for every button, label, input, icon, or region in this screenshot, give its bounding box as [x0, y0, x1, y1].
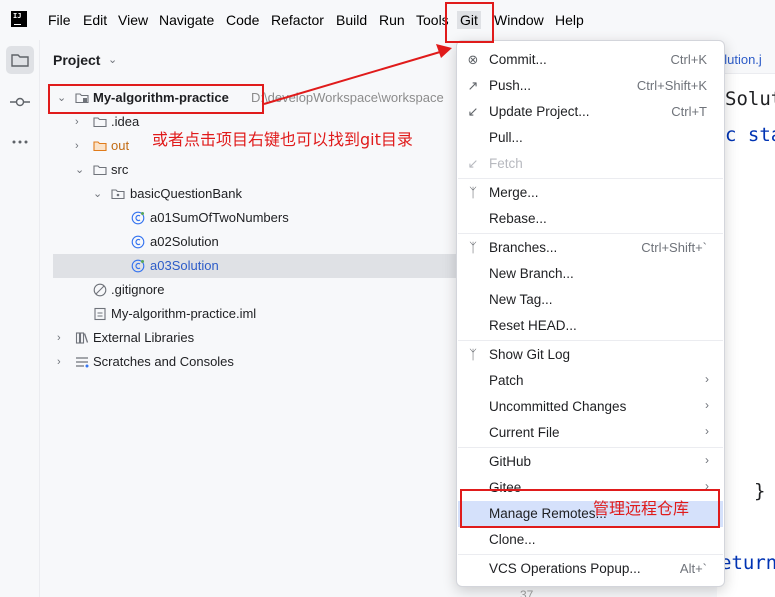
annotation-manage-remotes-hint: 管理远程仓库 — [593, 499, 690, 518]
annotation-right-click-hint: 或者点击项目右键也可以找到git目录 — [152, 130, 413, 149]
